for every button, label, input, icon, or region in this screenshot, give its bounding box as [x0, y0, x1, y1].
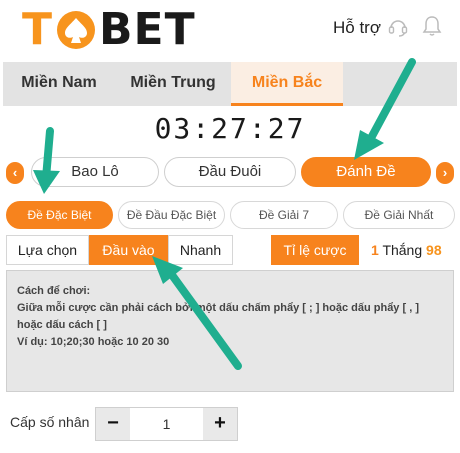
odds-button[interactable]: Tỉ lệ cược	[271, 235, 359, 265]
bet-type-danh-de[interactable]: Đánh Đề	[301, 157, 431, 187]
scroll-right-button[interactable]: ›	[436, 162, 454, 184]
tab-mien-nam[interactable]: Miền Nam	[3, 62, 115, 106]
mode-lua-chon[interactable]: Lựa chọn	[6, 235, 89, 265]
mode-dau-vao[interactable]: Đầu vào	[89, 235, 168, 265]
bet-type-bao-lo[interactable]: Bao Lô	[31, 157, 159, 187]
bell-icon[interactable]	[422, 15, 442, 37]
mode-nhanh[interactable]: Nhanh	[168, 235, 233, 265]
support-link[interactable]: Hỗ trợ	[333, 18, 381, 38]
multiplier-input[interactable]	[130, 408, 203, 440]
odds-value: 1 Thắng 98	[371, 242, 442, 258]
spade-icon	[54, 7, 98, 51]
instructions-line-1: Giữa mỗi cược cần phải cách bởi một dấu …	[17, 302, 419, 314]
sub-type-de-giai-nhat[interactable]: Đề Giải Nhất	[343, 201, 455, 229]
logo[interactable]: T BET	[22, 3, 196, 55]
instructions-title: Cách để chơi:	[17, 285, 91, 297]
multiplier-label: Cấp số nhân	[10, 414, 90, 430]
sub-type-de-dac-biet[interactable]: Đề Đặc Biệt	[6, 201, 113, 229]
instructions-panel: Cách để chơi: Giữa mỗi cược cần phải các…	[6, 270, 454, 392]
logo-letter-t: T	[22, 3, 54, 55]
odds-unit: Thắng	[382, 242, 423, 258]
instructions-line-2: hoặc dấu cách [ ]	[17, 319, 107, 331]
odds-right-value: 98	[426, 242, 442, 258]
tab-mien-trung[interactable]: Miền Trung	[115, 62, 231, 106]
logo-letters-bet: BET	[99, 3, 196, 55]
sub-type-de-giai-7[interactable]: Đề Giải 7	[230, 201, 338, 229]
multiplier-stepper: − +	[95, 407, 238, 441]
header: T BET Hỗ trợ	[0, 0, 460, 62]
scroll-left-button[interactable]: ‹	[6, 162, 24, 184]
headset-icon[interactable]	[387, 16, 409, 38]
instructions-example: Ví dụ: 10;20;30 hoặc 10 20 30	[17, 336, 170, 348]
tab-mien-bac[interactable]: Miền Bắc	[231, 62, 343, 106]
bet-type-dau-duoi[interactable]: Đầu Đuôi	[164, 157, 296, 187]
increment-button[interactable]: +	[203, 408, 237, 440]
countdown-timer: 03:27:27	[154, 112, 306, 145]
region-tabs: Miền Nam Miền Trung Miền Bắc	[3, 62, 457, 106]
sub-type-de-dau-dac-biet[interactable]: Đề Đầu Đặc Biệt	[118, 201, 225, 229]
odds-left-value: 1	[371, 242, 379, 258]
decrement-button[interactable]: −	[96, 408, 130, 440]
